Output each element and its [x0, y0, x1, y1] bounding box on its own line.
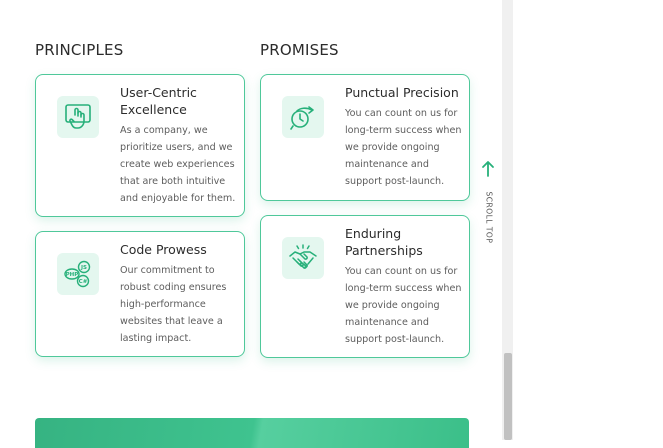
page-content: PRINCIPLES User-Centric Excellence As a …	[0, 0, 502, 448]
card-description: As a company, we prioritize users, and w…	[120, 125, 236, 204]
card-description: You can count on us for long-term succes…	[345, 266, 462, 345]
card-description: Our commitment to robust coding ensures …	[120, 265, 227, 344]
card-title: Code Prowess	[120, 242, 207, 257]
scroll-top-label: SCROLL TOP	[484, 191, 494, 244]
csharp-label: C#	[79, 279, 88, 285]
principle-card-code-prowess: JS PHP C# Code Prowess Our commitment to…	[35, 231, 245, 357]
handshake-icon	[282, 237, 324, 279]
principles-heading: PRINCIPLES	[35, 41, 124, 59]
clock-arrow-icon	[282, 96, 324, 138]
php-label: PHP	[66, 272, 79, 278]
scroll-top-button[interactable]: SCROLL TOP	[480, 160, 496, 250]
promise-card-punctual-precision: Punctual Precision You can count on us f…	[260, 74, 470, 201]
card-description: You can count on us for long-term succes…	[345, 108, 462, 187]
arrow-up-icon	[482, 161, 494, 177]
code-languages-icon: JS PHP C#	[57, 253, 99, 295]
card-title: User-Centric Excellence	[120, 85, 197, 117]
card-title: Enduring Partnerships	[345, 226, 423, 258]
promises-heading: PROMISES	[260, 41, 339, 59]
touch-screen-icon	[57, 96, 99, 138]
card-title: Punctual Precision	[345, 85, 459, 100]
promise-card-enduring-partnerships: Enduring Partnerships You can count on u…	[260, 215, 470, 358]
scrollbar-thumb[interactable]	[504, 353, 512, 440]
principle-card-user-centric: User-Centric Excellence As a company, we…	[35, 74, 245, 217]
cta-banner	[35, 418, 469, 448]
js-label: JS	[80, 265, 87, 271]
